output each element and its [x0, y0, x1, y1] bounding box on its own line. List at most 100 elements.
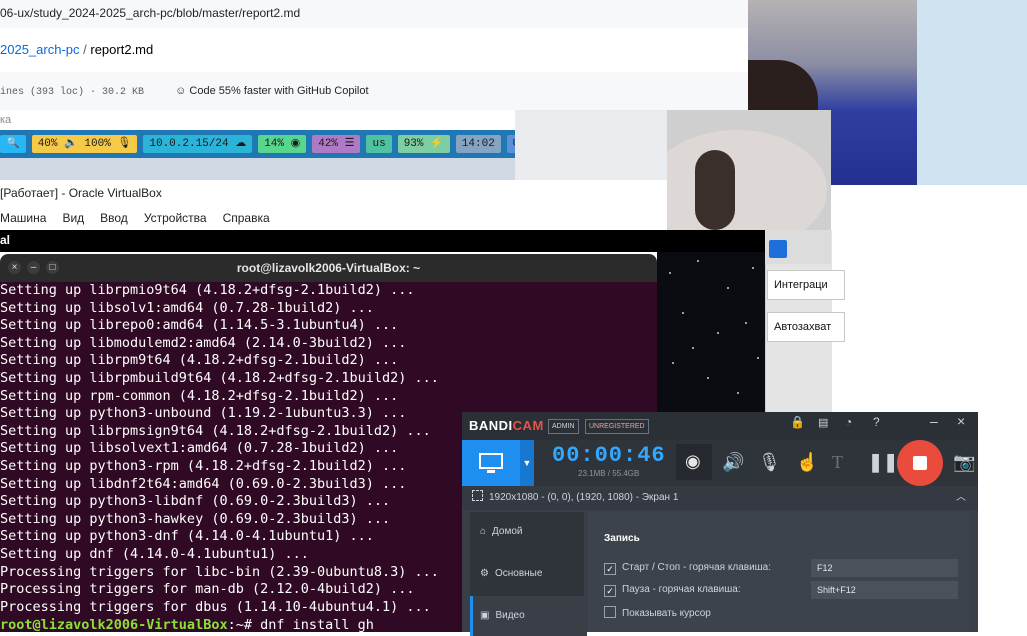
checkbox[interactable]: ✓ [604, 585, 616, 597]
terminal-line: Setting up python3-hawkey (0.69.0-2.3bui… [0, 510, 391, 527]
chevron-up-icon[interactable]: ︿ [956, 486, 966, 510]
setting-label: Старт / Стоп - горячая клавиша: [622, 562, 772, 573]
wallpaper-star [737, 392, 739, 394]
chevron-down-icon[interactable]: ▼ [520, 440, 534, 486]
setting-label: Пауза - горячая клавиша: [622, 584, 741, 595]
terminal-line: Setting up python3-rpm (4.18.2+dfsg-2.1b… [0, 457, 407, 474]
chat-icon[interactable] [769, 240, 787, 258]
checkbox[interactable]: ✓ [604, 563, 616, 575]
speaker-icon[interactable]: 🔊 [722, 452, 744, 473]
breadcrumb-file: report2.md [90, 42, 154, 57]
setting-row[interactable]: Показывать курсор [604, 606, 711, 619]
microphone-icon[interactable]: 🎙 [758, 452, 781, 473]
webcam-icon: ◉ [685, 451, 701, 471]
status-segment: 14:02 [455, 135, 501, 153]
setting-row[interactable]: ✓ Старт / Стоп - горячая клавиша: [604, 562, 771, 575]
terminal-line: Setting up dnf (4.14.0-4.1ubuntu1) ... [0, 545, 309, 562]
file-line-count: ines (393 loc) · 30.2 KB [0, 87, 145, 98]
terminal-output: Setting up librpmio9t64 (4.18.2+dfsg-2.1… [0, 282, 439, 616]
status-segment: 42% ☰ [312, 135, 361, 153]
vbox-menu-item[interactable]: Устройства [144, 206, 207, 230]
search-field[interactable]: ка [0, 110, 515, 130]
lock-icon[interactable]: 🔒 [790, 415, 805, 429]
clock-icon[interactable]: ◔ [845, 415, 852, 429]
status-segment: us [366, 135, 392, 153]
camera-icon[interactable]: 📷 [953, 452, 975, 473]
vbox-menubar: Машина Вид Ввод Устройства Справка [0, 206, 667, 230]
nav-label: Домой [492, 526, 523, 537]
search-text: ка [0, 114, 12, 126]
nav-label: Видео [495, 610, 525, 621]
wallpaper-star [752, 267, 754, 269]
resolution-bar[interactable]: 1920x1080 - (0, 0), (1920, 1080) - Экран… [462, 486, 978, 510]
nav-home[interactable]: ⌂ Домой [470, 512, 584, 552]
file-meta-bar: ines (393 loc) · 30.2 KB ☺ Code 55% fast… [0, 72, 748, 111]
terminal-line: Processing triggers for man-db (2.12.0-4… [0, 581, 415, 598]
terminal-line: Setting up librepo0:amd64 (1.14.5-3.1ubu… [0, 317, 399, 334]
wallpaper-star [757, 357, 759, 359]
vbox-menu-item[interactable]: Ввод [100, 206, 128, 230]
status-segment: 14% ◉ [258, 135, 307, 153]
webcam-button[interactable]: ◉ [676, 444, 712, 480]
nav-label: Основные [494, 568, 543, 579]
terminal-line: Setting up librpmsign9t64 (4.18.2+dfsg-2… [0, 422, 431, 439]
prompt-user: root@lizavolk2006-VirtualBox [0, 617, 228, 633]
status-segment: 10.0.2.15/24 ☁ [143, 135, 253, 153]
recording-size: 23.1MB / 55.4GB [578, 469, 640, 478]
unregistered-badge: UNREGISTERED [585, 419, 649, 434]
copilot-link[interactable]: ☺ Code 55% faster with GitHub Copilot [175, 85, 368, 97]
resolution-text: 1920x1080 - (0, 0), (1920, 1080) - Экран… [489, 492, 679, 503]
desktop-wallpaper [657, 252, 767, 412]
bandicam-logo: BANDICAM [469, 418, 544, 433]
status-segment: 93% ⚡ [397, 135, 450, 153]
minimize-icon[interactable]: – [930, 413, 938, 429]
text-icon[interactable]: T [832, 452, 843, 473]
breadcrumb-separator: / [83, 42, 87, 57]
wallpaper-star [717, 332, 719, 334]
wallpaper-star [692, 347, 694, 349]
breadcrumb: 2025_arch-pc / report2.md [0, 28, 748, 73]
nav-video[interactable]: ▣ Видео [470, 596, 587, 636]
terminal-line: Setting up rpm-common (4.18.2+dfsg-2.1bu… [0, 387, 399, 404]
screen-mode-button[interactable] [462, 440, 520, 486]
wallpaper-star [745, 322, 747, 324]
background-panel [515, 110, 667, 180]
wallpaper-star [707, 377, 709, 379]
vbox-menu-item[interactable]: Вид [62, 206, 84, 230]
terminal-line: Setting up librpmio9t64 (4.18.2+dfsg-2.1… [0, 282, 415, 298]
address-bar[interactable]: 06-ux/study_2024-2025_arch-pc/blob/maste… [0, 0, 748, 29]
autocapture-button[interactable]: Автозахват [767, 312, 845, 342]
breadcrumb-repo-link[interactable]: 2025_arch-pc [0, 42, 80, 57]
terminal-line: Processing triggers for libc-bin (2.39-0… [0, 563, 439, 580]
terminal-line: Setting up libsolvext1:amd64 (0.7.28-1bu… [0, 440, 399, 457]
terminal-line: Processing triggers for dbus (1.14.10-4u… [0, 598, 431, 615]
admin-badge: ADMIN [548, 419, 579, 434]
terminal-line: Setting up python3-libdnf (0.69.0-2.3bui… [0, 493, 391, 510]
setting-row[interactable]: ✓ Пауза - горячая клавиша: [604, 584, 741, 597]
integration-button[interactable]: Интеграци [767, 270, 845, 300]
hotkey-field[interactable]: F12 [811, 559, 958, 577]
terminal-line: Setting up libdnf2t64:amd64 (0.69.0-2.3b… [0, 475, 407, 492]
section-title: Запись [604, 533, 640, 544]
terminal-line: Setting up librpm9t64 (4.18.2+dfsg-2.1bu… [0, 352, 399, 369]
cursor-icon[interactable]: ☝ [796, 452, 818, 473]
hotkey-field[interactable]: Shift+F12 [811, 581, 958, 599]
recording-timer: 00:00:46 [552, 443, 666, 468]
wallpaper-star [669, 272, 671, 274]
vbox-menu-item[interactable]: Машина [0, 206, 46, 230]
copilot-text: Code 55% faster with GitHub Copilot [189, 85, 369, 97]
guest-top-bar-label: al [0, 233, 11, 247]
pause-icon[interactable]: ❚❚ [868, 452, 898, 473]
nav-general[interactable]: ⚙ Основные [470, 554, 584, 594]
status-bar-background [0, 158, 515, 180]
checkbox[interactable] [604, 606, 616, 618]
help-icon[interactable]: ? [873, 415, 880, 429]
prompt-command: :~# dnf install gh [227, 617, 374, 633]
close-icon[interactable]: × [957, 413, 965, 429]
vbox-menu-item[interactable]: Справка [223, 206, 270, 230]
webcam-overlay-secondary [667, 110, 831, 230]
terminal-title: root@lizavolk2006-VirtualBox: ~ [236, 261, 421, 275]
guest-top-bar [0, 230, 765, 252]
setting-label: Показывать курсор [622, 608, 711, 619]
folder-icon[interactable]: ▤ [818, 416, 828, 429]
